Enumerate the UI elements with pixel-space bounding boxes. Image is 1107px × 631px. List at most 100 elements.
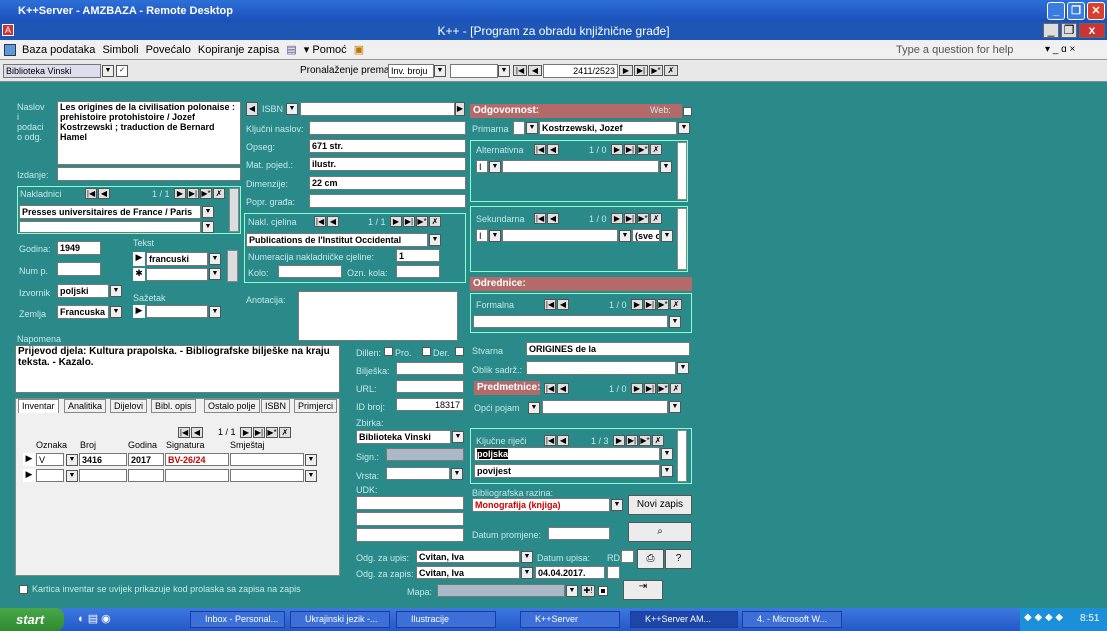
- kartica-checkbox[interactable]: [19, 585, 28, 594]
- inventar-smjestaj-dropdown-icon-2[interactable]: ▼: [305, 470, 317, 482]
- izvornik-dropdown-icon[interactable]: ▼: [110, 285, 122, 297]
- last-record-icon[interactable]: ▶|: [634, 65, 648, 76]
- predmetnice-new-icon[interactable]: ▶*: [657, 383, 669, 394]
- napomena-field[interactable]: Prijevod djela: Kultura prapolska. - Bib…: [15, 345, 340, 393]
- primarna-dropdown-icon[interactable]: ▼: [678, 122, 690, 134]
- formalna-first-icon[interactable]: |◀: [544, 299, 556, 310]
- inventar-oznaka-dropdown-icon-2[interactable]: ▼: [66, 470, 78, 482]
- izdanje-field[interactable]: [57, 167, 241, 181]
- taskbar-item-ilustracije[interactable]: Ilustracije: [396, 611, 496, 628]
- kljucne-last-icon[interactable]: ▶|: [626, 435, 638, 446]
- exit-icon[interactable]: ⇥: [623, 580, 663, 600]
- taskbar-item-inbox[interactable]: Inbox - Personal...: [190, 611, 285, 628]
- zemlja-dropdown-icon[interactable]: ▼: [110, 306, 122, 318]
- menu-kopiranje[interactable]: Kopiranje zapisa: [198, 44, 279, 56]
- tab-inventar[interactable]: Inventar: [18, 399, 59, 413]
- nakl-cjelina-new-icon[interactable]: ▶*: [416, 216, 428, 227]
- udk-field-2[interactable]: [356, 512, 464, 526]
- nakladnik-dropdown-icon-2[interactable]: ▼: [202, 221, 214, 233]
- sign-field[interactable]: [386, 448, 464, 461]
- tray-icons[interactable]: ◆ ◆ ◆ ◆: [1024, 612, 1063, 623]
- nakl-cjelina-first-icon[interactable]: |◀: [314, 216, 326, 227]
- zbirka-field[interactable]: Biblioteka Vinski: [356, 430, 451, 444]
- alternativna-dropdown-icon[interactable]: ▼: [660, 161, 672, 173]
- bibl-razina-field[interactable]: Monografija (knjiga): [472, 498, 610, 512]
- mapa-field[interactable]: [437, 584, 565, 597]
- start-button[interactable]: start: [0, 608, 64, 631]
- nakladnik-field[interactable]: Presses universitaires de France / Paris: [19, 205, 201, 219]
- alternativna-role-field[interactable]: I: [476, 160, 488, 173]
- sekundarna-new-icon[interactable]: ▶*: [637, 213, 649, 224]
- close-icon[interactable]: ✕: [1087, 2, 1105, 20]
- nakladnik-field-2[interactable]: [19, 221, 201, 233]
- menu-simboli[interactable]: Simboli: [102, 44, 138, 56]
- alternativna-scrollbar[interactable]: [677, 142, 687, 200]
- alternativna-prev-icon[interactable]: ◀: [547, 144, 559, 155]
- tab-dijelovi[interactable]: Dijelovi: [110, 399, 148, 413]
- kljucne-delete-icon[interactable]: ✗: [652, 435, 664, 446]
- tab-bibl-opis[interactable]: Bibl. opis: [151, 399, 196, 413]
- kljucna-rijec-1-dropdown-icon[interactable]: ▼: [661, 448, 673, 460]
- novi-zapis-button[interactable]: Novi zapis: [628, 495, 692, 515]
- mapa-add-icon[interactable]: ✚!: [581, 585, 595, 597]
- quicklaunch-icons[interactable]: ◐ ▤ ◉: [78, 612, 111, 625]
- tab-primjerci[interactable]: Primjerci: [294, 399, 337, 413]
- primarna-field[interactable]: Kostrzewski, Jozef: [539, 121, 677, 135]
- alternativna-delete-icon[interactable]: ✗: [650, 144, 662, 155]
- minimize-icon[interactable]: _: [1047, 2, 1065, 20]
- nakladnici-next-icon[interactable]: ▶: [174, 188, 186, 199]
- kljucne-scrollbar[interactable]: [677, 430, 687, 482]
- sazetak-dropdown-icon[interactable]: ▼: [209, 306, 221, 318]
- inventar-oznaka[interactable]: V: [36, 453, 64, 466]
- biljeska-field[interactable]: [396, 362, 464, 375]
- vrsta-field[interactable]: [386, 467, 450, 480]
- odg-upis-dropdown-icon[interactable]: ▼: [521, 551, 533, 563]
- kljucna-rijec-2[interactable]: povijest: [474, 464, 660, 478]
- inventar-next-icon[interactable]: ▶: [240, 427, 252, 438]
- nakl-cjelina-next-icon[interactable]: ▶: [390, 216, 402, 227]
- opci-pojam-role-dropdown-icon[interactable]: ▼: [528, 402, 540, 414]
- ozn-field[interactable]: [396, 265, 440, 278]
- opci-pojam-field[interactable]: [542, 400, 668, 414]
- kljucne-first-icon[interactable]: |◀: [544, 435, 556, 446]
- predmetnice-last-icon[interactable]: ▶|: [644, 383, 656, 394]
- nakladnici-scrollbar[interactable]: [229, 188, 239, 232]
- help-search[interactable]: Type a question for help: [896, 40, 1013, 60]
- zbirka-dropdown-icon[interactable]: ▼: [452, 431, 464, 443]
- search-by-select[interactable]: Inv. broju: [388, 64, 434, 78]
- kljucne-next-icon[interactable]: ▶: [613, 435, 625, 446]
- print-icon[interactable]: ⎙: [637, 549, 664, 569]
- prev-record-icon[interactable]: ◀: [528, 65, 542, 76]
- alternativna-new-icon[interactable]: ▶*: [637, 144, 649, 155]
- menu-baza[interactable]: Baza podataka: [22, 44, 95, 56]
- isbn-next-icon[interactable]: ▶: [455, 102, 465, 116]
- mapa-stop-icon[interactable]: [598, 586, 608, 596]
- menu-pomoc[interactable]: ▾ Pomoć: [304, 44, 347, 56]
- sekundarna-delete-icon[interactable]: ✗: [650, 213, 662, 224]
- sekundarna-first-icon[interactable]: |◀: [534, 213, 546, 224]
- odg-zapis-dropdown-icon[interactable]: ▼: [521, 567, 533, 579]
- formalna-new-icon[interactable]: ▶*: [657, 299, 669, 310]
- predmetnice-delete-icon[interactable]: ✗: [670, 383, 682, 394]
- tekst-field[interactable]: francuski: [146, 252, 208, 266]
- formalna-next-icon[interactable]: ▶: [631, 299, 643, 310]
- izvornik-field[interactable]: poljski: [57, 284, 109, 298]
- alternativna-last-icon[interactable]: ▶|: [624, 144, 636, 155]
- numeracija-field[interactable]: 1: [396, 249, 440, 262]
- inventar-first-icon[interactable]: |◀: [178, 427, 190, 438]
- kljucna-rijec-2-dropdown-icon[interactable]: ▼: [661, 465, 673, 477]
- sekundarna-role-filter[interactable]: (sve o: [632, 229, 660, 242]
- sekundarna-prev-icon[interactable]: ◀: [547, 213, 559, 224]
- sazetak-field[interactable]: [146, 305, 208, 318]
- oblik-field[interactable]: [526, 361, 676, 375]
- sekundarna-role-dropdown-icon[interactable]: ▼: [489, 230, 501, 242]
- app-minimize-icon[interactable]: _: [1043, 23, 1059, 38]
- oblik-dropdown-icon[interactable]: ▼: [677, 362, 689, 374]
- datum-upisa-field[interactable]: 04.04.2017.: [535, 566, 605, 579]
- alternativna-next-icon[interactable]: ▶: [611, 144, 623, 155]
- inventar-signatura-2[interactable]: [165, 469, 229, 482]
- tab-isbn[interactable]: ISBN: [261, 399, 291, 413]
- naslov-field[interactable]: Les origines de la civilisation polonais…: [57, 101, 241, 165]
- nump-field[interactable]: [57, 262, 101, 276]
- odg-upis-field[interactable]: Cvitan, Iva: [416, 550, 520, 563]
